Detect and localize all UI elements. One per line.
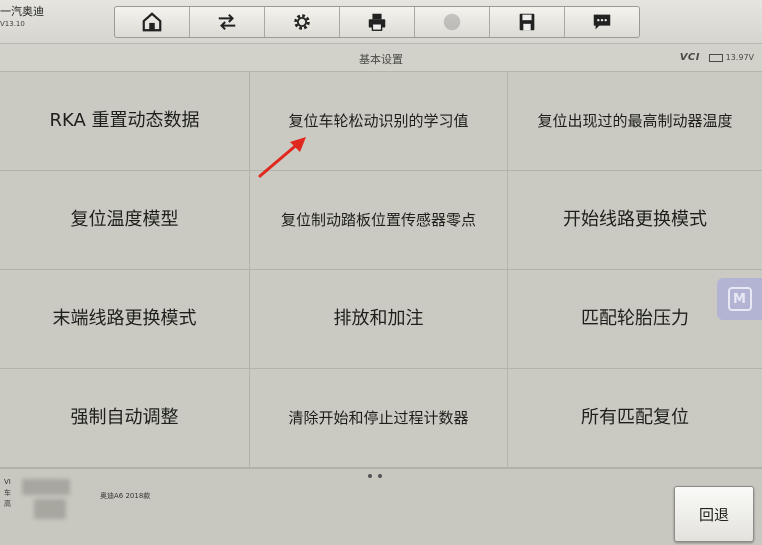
function-reset-temp-model[interactable]: 复位温度模型 (0, 171, 250, 270)
function-end-line-change[interactable]: 末端线路更换模式 (0, 270, 250, 369)
page-dot (378, 474, 382, 478)
function-rka-reset[interactable]: RKA 重置动态数据 (0, 72, 250, 171)
page-indicator (368, 474, 382, 478)
function-reset-brake-pedal-sensor[interactable]: 复位制动踏板位置传感器零点 (250, 171, 508, 270)
top-bar: 一汽奥迪 V13.10 (0, 0, 762, 44)
help-button[interactable] (415, 7, 490, 37)
help-icon (443, 13, 461, 31)
function-reset-max-brake-temp[interactable]: 复位出现过的最高制动器温度 (508, 72, 762, 171)
message-button[interactable] (565, 7, 639, 37)
toolbar (114, 6, 640, 38)
floating-menu-button[interactable]: M (717, 278, 762, 320)
function-grid: RKA 重置动态数据 复位车轮松动识别的学习值 复位出现过的最高制动器温度 复位… (0, 72, 762, 468)
home-button[interactable] (115, 7, 190, 37)
battery-status: 13.97V (708, 53, 754, 62)
floating-menu-icon: M (727, 287, 752, 311)
battery-icon (708, 53, 723, 62)
page-title: 基本设置 (359, 53, 403, 66)
settings-button[interactable] (265, 7, 340, 37)
vci-status: VCI (679, 52, 700, 63)
save-icon (519, 13, 535, 31)
settings-icon (294, 14, 310, 30)
function-start-line-change[interactable]: 开始线路更换模式 (508, 171, 762, 270)
function-reset-all-matching[interactable]: 所有匹配复位 (508, 369, 762, 468)
title-bar: 基本设置 VCI 13.97V (0, 44, 762, 72)
function-clear-start-stop-counter[interactable]: 清除开始和停止过程计数器 (250, 369, 508, 468)
home-icon (142, 12, 162, 32)
back-button[interactable]: 回退 (674, 486, 754, 542)
vehicle-swap-icon (218, 13, 236, 31)
redacted-vin (22, 479, 70, 495)
print-button[interactable] (340, 7, 415, 37)
function-drain-and-fill[interactable]: 排放和加注 (250, 270, 508, 369)
vehicle-swap-button[interactable] (190, 7, 265, 37)
brand-title: 一汽奥迪 (0, 5, 44, 18)
function-force-auto-adjust[interactable]: 强制自动调整 (0, 369, 250, 468)
save-button[interactable] (490, 7, 565, 37)
print-icon (368, 13, 386, 31)
annotation-arrow-icon (258, 137, 306, 178)
vin-label: VI (4, 478, 11, 486)
message-icon (593, 14, 611, 30)
bottom-bar: VI 车 高 奥迪A6 2018款 (0, 468, 762, 545)
brand: 一汽奥迪 V13.10 (0, 6, 90, 30)
vehicle-label: 车 (4, 489, 11, 497)
vehicle-info-labels: VI 车 高 (4, 477, 11, 510)
battery-voltage: 13.97V (725, 53, 754, 62)
software-version: V13.10 (0, 20, 25, 28)
redacted-info (34, 499, 66, 519)
vehicle-model: 奥迪A6 2018款 (100, 492, 151, 500)
model-label: 高 (4, 500, 11, 508)
page-dot (368, 474, 372, 478)
